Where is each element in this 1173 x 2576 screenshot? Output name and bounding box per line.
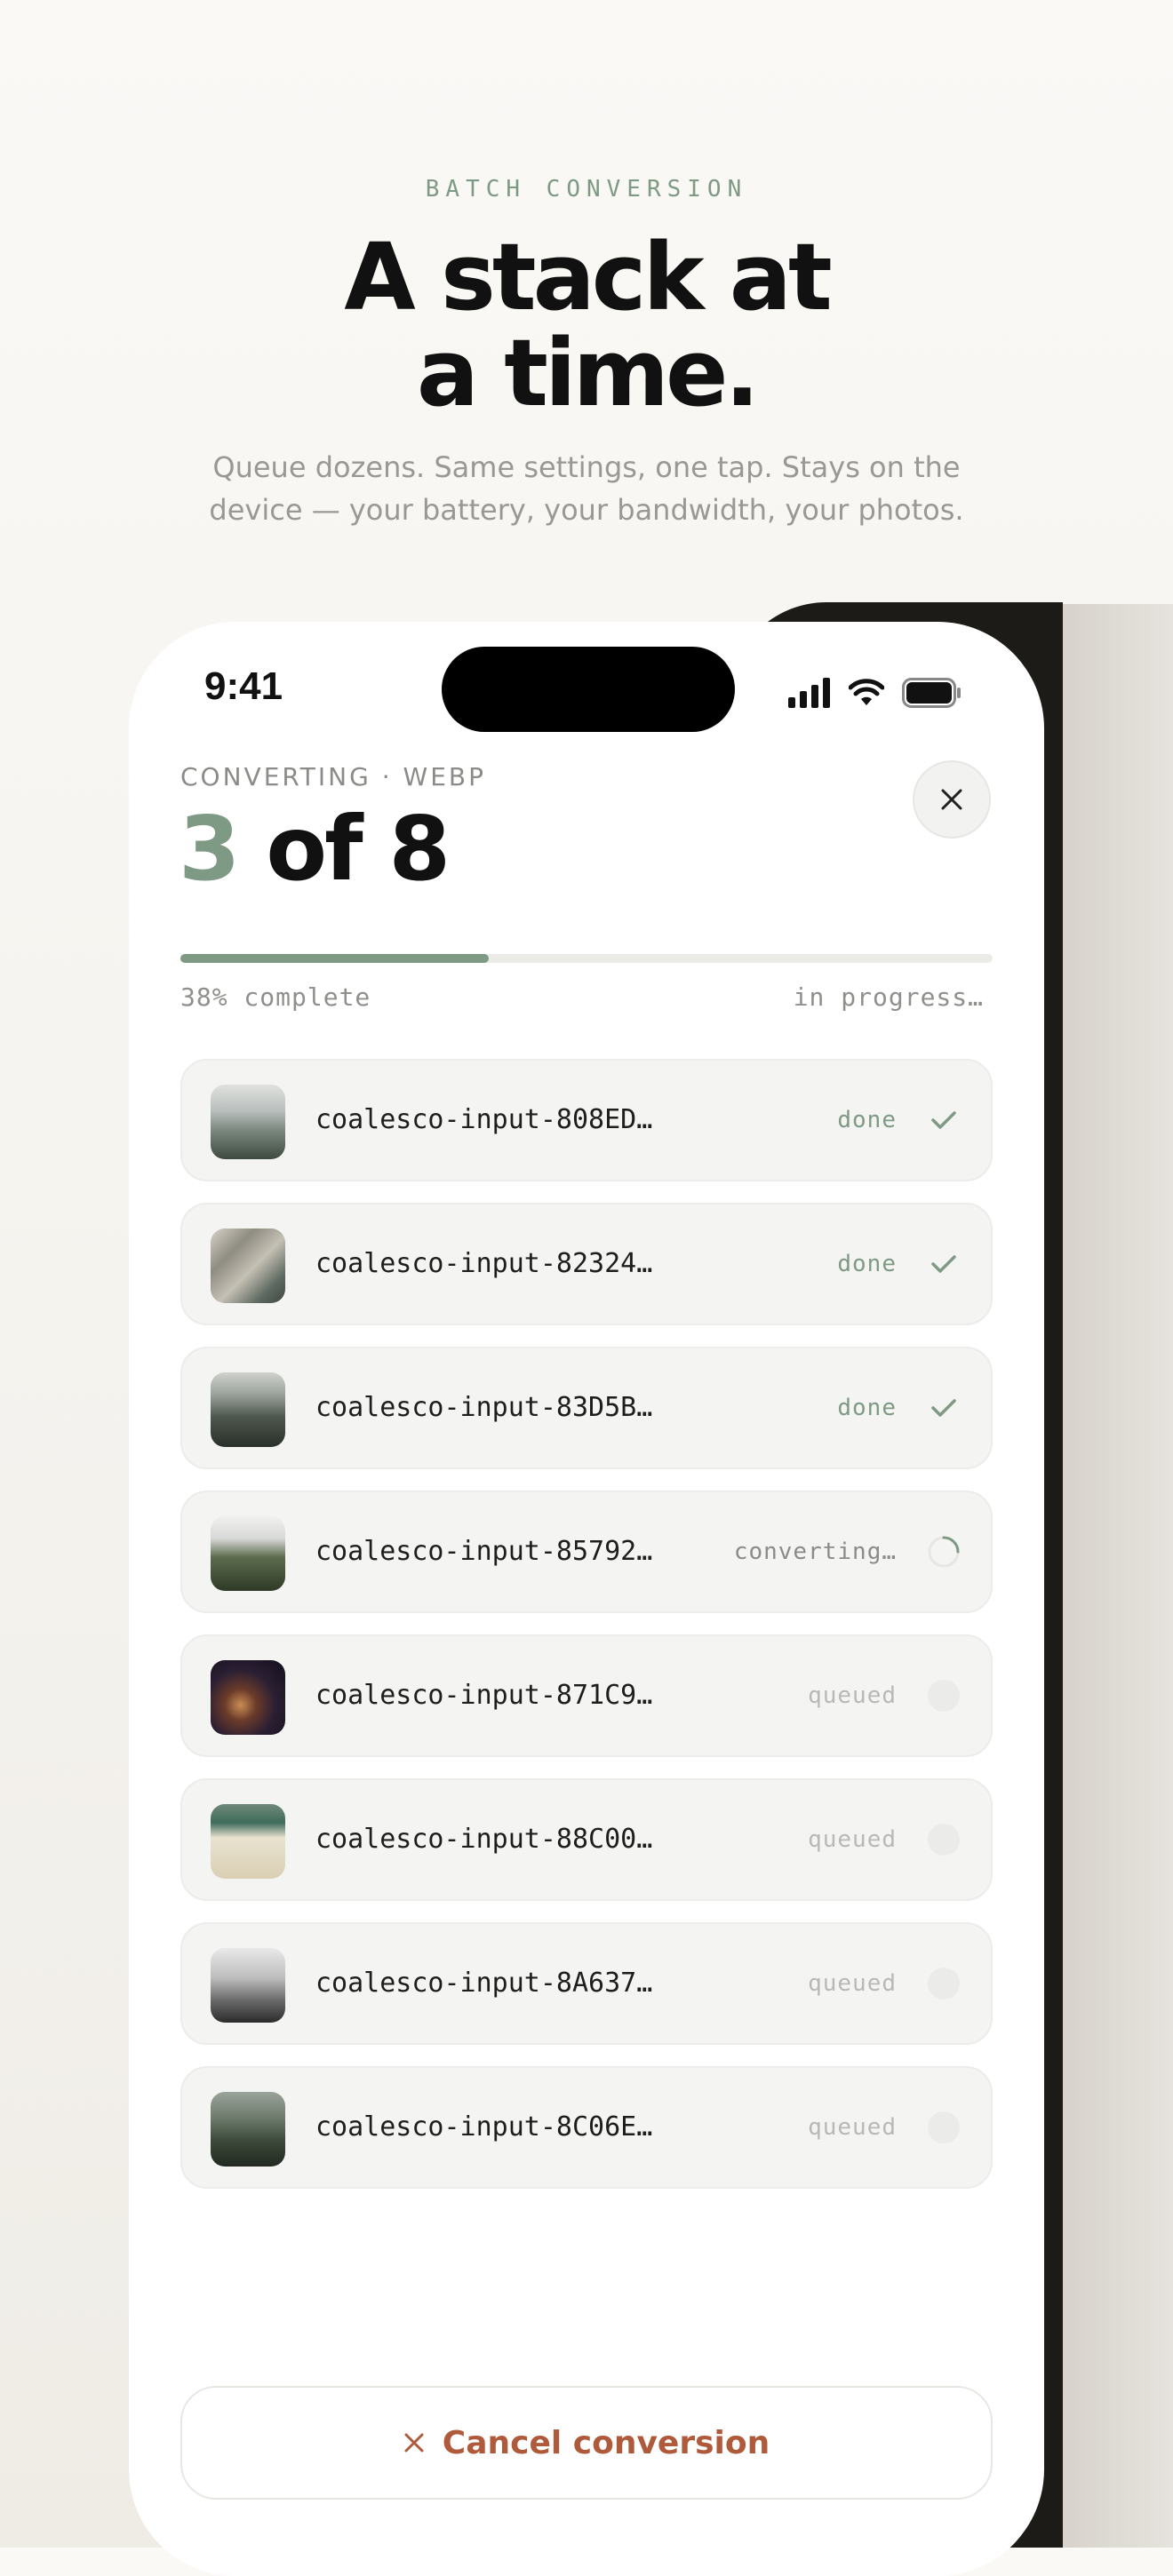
done-check-icon xyxy=(927,1103,961,1137)
file-status: queued xyxy=(808,1682,897,1709)
page-headline: A stack at a time. xyxy=(0,229,1173,421)
file-status: done xyxy=(837,1395,897,1421)
file-thumbnail xyxy=(211,1804,285,1879)
file-row[interactable]: coalesco-input-85792… converting… xyxy=(180,1491,993,1613)
file-thumbnail xyxy=(211,1228,285,1303)
file-name: coalesco-input-83D5B… xyxy=(315,1392,653,1423)
progress-fill xyxy=(180,954,490,963)
cancel-conversion-button[interactable]: Cancel conversion xyxy=(180,2386,993,2500)
progress-state: in progress… xyxy=(793,982,984,1012)
file-thumbnail xyxy=(211,2092,285,2167)
file-thumbnail xyxy=(211,1372,285,1447)
file-name: coalesco-input-808ED… xyxy=(315,1104,653,1135)
eyebrow-label: BATCH CONVERSION xyxy=(425,176,748,203)
current-index: 3 xyxy=(179,797,241,901)
file-status: done xyxy=(837,1251,897,1277)
battery-icon xyxy=(902,678,961,708)
conversion-label: CONVERTING · WEBP xyxy=(180,762,486,791)
file-thumbnail xyxy=(211,1085,285,1159)
conversion-count: 3 of 8 xyxy=(179,796,451,902)
status-icons xyxy=(788,675,962,711)
file-name: coalesco-input-82324… xyxy=(315,1248,653,1279)
file-row[interactable]: coalesco-input-808ED… done xyxy=(180,1059,993,1181)
file-row[interactable]: coalesco-input-8A637… queued xyxy=(180,1922,993,2045)
dynamic-island xyxy=(442,647,735,732)
wifi-icon xyxy=(849,679,884,705)
queued-dot-icon xyxy=(927,1967,961,2000)
file-thumbnail xyxy=(211,1516,285,1591)
file-thumbnail xyxy=(211,1948,285,2023)
file-name: coalesco-input-871C9… xyxy=(315,1680,653,1711)
close-button[interactable] xyxy=(913,760,991,839)
file-thumbnail xyxy=(211,1660,285,1735)
queued-dot-icon xyxy=(927,2111,961,2144)
page-subline: Queue dozens. Same settings, one tap. St… xyxy=(209,450,964,527)
file-name: coalesco-input-8A637… xyxy=(315,1968,653,1999)
total-count: of 8 xyxy=(266,797,451,901)
file-status: queued xyxy=(808,2114,897,2141)
status-time: 9:41 xyxy=(204,664,283,708)
close-icon xyxy=(404,2433,424,2453)
headline-line-2: a time. xyxy=(416,319,760,427)
file-row[interactable]: coalesco-input-8C06E… queued xyxy=(180,2066,993,2189)
file-row[interactable]: coalesco-input-82324… done xyxy=(180,1203,993,1325)
file-row[interactable]: coalesco-input-83D5B… done xyxy=(180,1347,993,1469)
file-row[interactable]: coalesco-input-88C00… queued xyxy=(180,1778,993,1901)
file-list: coalesco-input-808ED… done coalesco-inpu… xyxy=(180,1059,993,2210)
file-row[interactable]: coalesco-input-871C9… queued xyxy=(180,1634,993,1757)
file-name: coalesco-input-88C00… xyxy=(315,1824,653,1855)
file-status: queued xyxy=(808,1826,897,1853)
done-check-icon xyxy=(927,1247,961,1281)
file-status: done xyxy=(837,1107,897,1133)
queued-dot-icon xyxy=(927,1679,961,1713)
close-icon xyxy=(941,789,962,810)
spinner-icon xyxy=(927,1535,961,1569)
file-name: coalesco-input-85792… xyxy=(315,1536,653,1567)
file-status: converting… xyxy=(733,1538,897,1565)
headline-line-1: A stack at xyxy=(344,223,832,331)
progress-bar xyxy=(180,954,993,963)
queued-dot-icon xyxy=(927,1823,961,1856)
file-name: coalesco-input-8C06E… xyxy=(315,2111,653,2143)
cellular-signal-icon xyxy=(788,678,830,708)
progress-percent: 38% complete xyxy=(180,982,371,1012)
phone-screen: 9:41 CONVERTING · WEBP 3 of 8 38% comple… xyxy=(129,622,1044,2576)
cancel-label: Cancel conversion xyxy=(442,2424,770,2461)
done-check-icon xyxy=(927,1391,961,1425)
file-status: queued xyxy=(808,1970,897,1997)
